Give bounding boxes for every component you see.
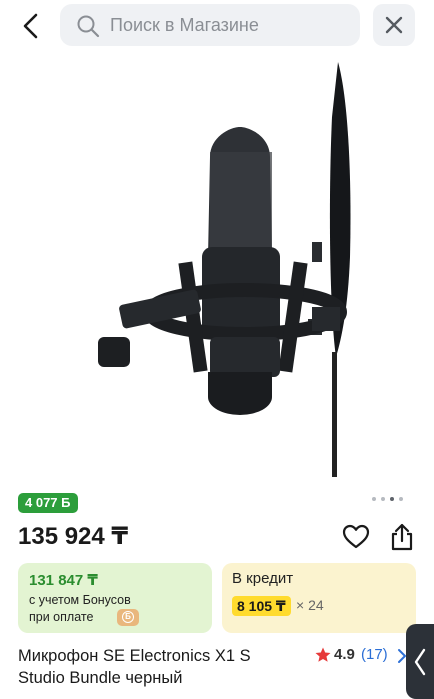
back-button[interactable] bbox=[16, 10, 48, 42]
credit-months: × 24 bbox=[296, 597, 324, 613]
star-icon bbox=[315, 647, 331, 662]
favorite-button[interactable] bbox=[342, 523, 370, 551]
share-icon bbox=[391, 523, 413, 551]
heart-icon bbox=[342, 524, 370, 549]
top-bar: Поиск в Магазине bbox=[0, 0, 434, 52]
side-panel-handle[interactable] bbox=[406, 624, 434, 699]
bonus-price-caption: с учетом Бонусов bbox=[29, 593, 131, 607]
gallery-dot[interactable] bbox=[399, 497, 403, 501]
gallery-dot[interactable] bbox=[372, 497, 376, 501]
share-button[interactable] bbox=[388, 522, 416, 552]
bonus-price-card[interactable]: 131 847 ₸ с учетом Бонусов при оплате Б bbox=[18, 563, 212, 633]
credit-title: В кредит bbox=[232, 570, 294, 587]
bonus-points-badge: 4 077 Б bbox=[18, 493, 78, 513]
search-placeholder: Поиск в Магазине bbox=[110, 15, 259, 35]
bonus-price-amount: 131 847 ₸ bbox=[29, 572, 98, 589]
product-image-gallery[interactable] bbox=[0, 52, 434, 501]
gallery-dot-active[interactable] bbox=[390, 497, 394, 501]
search-icon bbox=[77, 15, 100, 38]
credit-monthly-payment: 8 105 ₸ bbox=[232, 596, 291, 616]
close-button[interactable] bbox=[373, 4, 415, 46]
chevron-left-icon bbox=[23, 13, 38, 39]
chevron-left-icon bbox=[414, 648, 426, 676]
gallery-dot[interactable] bbox=[381, 497, 385, 501]
credit-card-offer[interactable]: В кредит 8 105 ₸ × 24 bbox=[222, 563, 416, 633]
product-title: Микрофон SE Electronics X1 S Studio Bund… bbox=[18, 647, 251, 687]
bonus-coin-icon: Б bbox=[117, 609, 139, 626]
product-image-microphone bbox=[98, 62, 351, 477]
close-icon bbox=[385, 16, 403, 34]
search-input[interactable]: Поиск в Магазине bbox=[60, 4, 360, 46]
product-price: 135 924 ₸ bbox=[18, 523, 129, 550]
rating-value: 4.9 bbox=[334, 646, 355, 663]
bonus-price-caption-2: при оплате bbox=[29, 610, 94, 624]
gallery-pagination bbox=[372, 495, 412, 503]
reviews-count[interactable]: (17) bbox=[361, 646, 388, 663]
